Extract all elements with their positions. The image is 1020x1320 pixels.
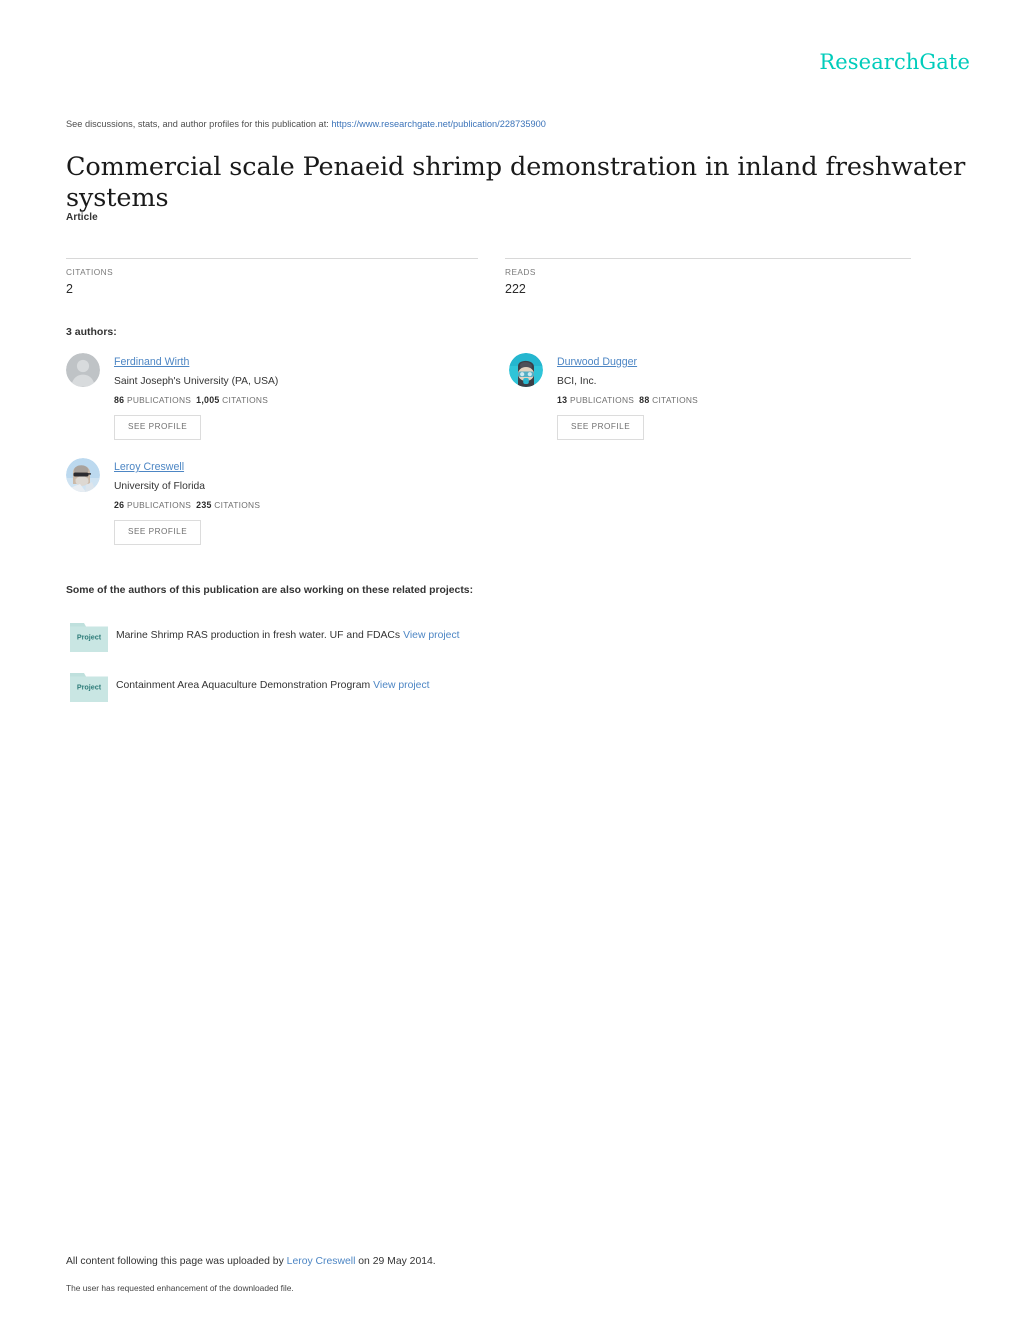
author-citations-count: 88	[639, 395, 650, 406]
default-silhouette-avatar-icon	[66, 353, 100, 387]
reads-label: READS	[505, 267, 536, 277]
discussion-prefix-text: See discussions, stats, and author profi…	[66, 119, 329, 129]
citations-label: CITATIONS	[66, 267, 114, 277]
avatar[interactable]	[66, 458, 100, 492]
svg-text:Project: Project	[77, 633, 102, 642]
project-folder-icon: Project	[70, 670, 108, 702]
upload-info-line: All content following this page was uplo…	[66, 1256, 436, 1267]
author-card: Durwood Dugger BCI, Inc. 13 PUBLICATIONS…	[509, 352, 929, 440]
author-publications-count: 13	[557, 395, 568, 406]
citations-label: CITATIONS	[652, 395, 699, 406]
svg-text:Project: Project	[77, 683, 102, 692]
author-card: Ferdinand Wirth Saint Joseph's Universit…	[66, 352, 486, 440]
researchgate-cover-page: ResearchGate See discussions, stats, and…	[0, 0, 1020, 1320]
reads-divider	[505, 258, 911, 259]
citations-divider	[66, 258, 478, 259]
upload-prefix-text: All content following this page was uplo…	[66, 1256, 284, 1267]
reads-value: 222	[505, 282, 526, 296]
author-citations-count: 1,005	[196, 395, 220, 406]
project-folder-icon: Project	[70, 620, 108, 652]
citations-label: CITATIONS	[222, 395, 269, 406]
project-title: Containment Area Aquaculture Demonstrati…	[116, 680, 371, 691]
citations-label: CITATIONS	[214, 500, 261, 511]
avatar[interactable]	[66, 353, 100, 387]
publications-label: PUBLICATIONS	[126, 500, 192, 511]
see-profile-button[interactable]: SEE PROFILE	[114, 520, 202, 545]
metrics-row: CITATIONS 2 READS 222	[66, 258, 911, 306]
publication-link-line: See discussions, stats, and author profi…	[66, 119, 546, 129]
citations-metric: CITATIONS 2	[66, 258, 478, 296]
upload-suffix-text: on 29 May 2014.	[358, 1256, 436, 1267]
view-project-link[interactable]: View project	[373, 680, 429, 691]
avatar[interactable]	[509, 353, 543, 387]
author-info: Leroy Creswell University of Florida 26 …	[114, 457, 486, 545]
project-title: Marine Shrimp RAS production in fresh wa…	[116, 630, 401, 641]
reads-metric: READS 222	[505, 258, 911, 296]
researchgate-logo[interactable]: ResearchGate	[819, 52, 970, 73]
uploader-link[interactable]: Leroy Creswell	[287, 1256, 356, 1267]
project-title-line: Marine Shrimp RAS production in fresh wa…	[116, 630, 460, 641]
author-stats: 86 PUBLICATIONS 1,005 CITATIONS	[114, 395, 486, 405]
photo-avatar-diving-mask-icon	[509, 353, 543, 387]
project-title-line: Containment Area Aquaculture Demonstrati…	[116, 680, 430, 691]
related-projects-heading: Some of the authors of this publication …	[66, 585, 474, 596]
citations-value: 2	[66, 282, 73, 296]
author-publications-count: 26	[114, 500, 125, 511]
author-affiliation: BCI, Inc.	[557, 376, 597, 387]
publication-url-link[interactable]: https://www.researchgate.net/publication…	[331, 119, 546, 129]
author-stats: 26 PUBLICATIONS 235 CITATIONS	[114, 500, 486, 510]
author-info: Durwood Dugger BCI, Inc. 13 PUBLICATIONS…	[557, 352, 929, 440]
enhancement-note: The user has requested enhancement of th…	[66, 1283, 294, 1293]
author-stats: 13 PUBLICATIONS 88 CITATIONS	[557, 395, 929, 405]
authors-count-label: 3 authors:	[66, 326, 117, 338]
author-citations-count: 235	[196, 500, 212, 511]
author-affiliation: University of Florida	[114, 481, 205, 492]
publication-type-label: Article	[66, 212, 98, 223]
author-card: Leroy Creswell University of Florida 26 …	[66, 457, 486, 545]
author-name-link[interactable]: Durwood Dugger	[557, 356, 637, 368]
author-affiliation: Saint Joseph's University (PA, USA)	[114, 376, 279, 387]
page-title: Commercial scale Penaeid shrimp demonstr…	[66, 152, 966, 214]
photo-avatar-bearded-man-sunglasses-icon	[66, 458, 100, 492]
author-name-link[interactable]: Leroy Creswell	[114, 461, 184, 473]
publications-label: PUBLICATIONS	[569, 395, 635, 406]
see-profile-button[interactable]: SEE PROFILE	[114, 415, 202, 440]
publications-label: PUBLICATIONS	[126, 395, 192, 406]
author-info: Ferdinand Wirth Saint Joseph's Universit…	[114, 352, 486, 440]
author-publications-count: 86	[114, 395, 125, 406]
see-profile-button[interactable]: SEE PROFILE	[557, 415, 645, 440]
view-project-link[interactable]: View project	[403, 630, 459, 641]
author-name-link[interactable]: Ferdinand Wirth	[114, 356, 189, 368]
